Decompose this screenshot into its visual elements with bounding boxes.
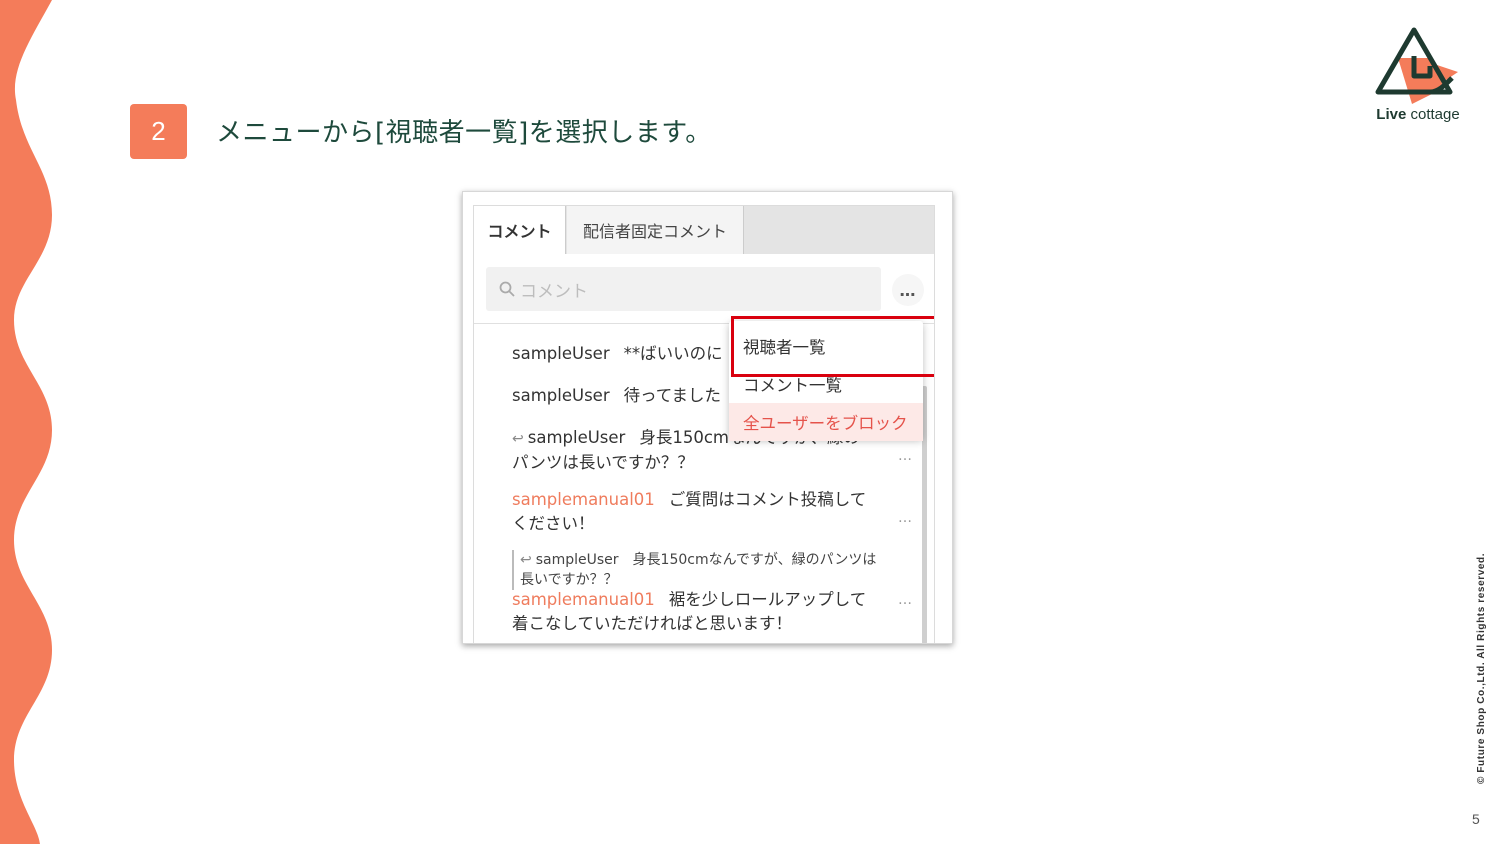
comment-user: samplemanual01 <box>512 490 655 509</box>
comment-more-button[interactable]: … <box>898 448 913 464</box>
reply-icon: ↩ <box>520 552 532 568</box>
reply-icon: ↩ <box>512 431 524 447</box>
step-instruction: メニューから[視聴者一覧]を選択します。 <box>216 118 712 148</box>
menu-item-block-all-users[interactable]: 全ユーザーをブロック <box>729 403 923 441</box>
comment-user: samplemanual01 <box>512 590 655 609</box>
comment-text: **ばいいのに <box>623 344 723 363</box>
logo-wordmark: Live cottage <box>1376 106 1460 123</box>
live-cottage-logo: Live cottage <box>1368 26 1468 130</box>
list-item: samplemanual01 裾を少しロールアップして着こなしていただければと思い… <box>512 588 877 636</box>
tab-bar: コメント 配信者固定コメント <box>474 206 934 254</box>
comment-more-button[interactable]: … <box>898 510 913 526</box>
more-menu-button[interactable]: … <box>892 274 924 306</box>
quoted-comment: ↩ sampleUser 身長150cmなんですが、緑のパンツは長いですか？？ <box>512 550 880 590</box>
house-logo-icon <box>1375 27 1458 104</box>
tab-pinned-comments[interactable]: 配信者固定コメント <box>567 206 744 254</box>
comment-user: sampleUser <box>512 386 610 405</box>
highlight-box <box>731 316 934 377</box>
quoted-user: sampleUser <box>535 552 619 568</box>
comment-panel: コメント 配信者固定コメント コメント … sampleUser **ばいいのに … <box>473 205 935 643</box>
copyright-notice: © Future Shop Co.,Ltd. All Rights reserv… <box>1476 552 1487 784</box>
list-item: samplemanual01 ご質問はコメント投稿してください！ <box>512 488 877 536</box>
tab-comments[interactable]: コメント <box>474 206 566 254</box>
comment-user: sampleUser <box>527 428 626 447</box>
comment-search-input[interactable]: コメント <box>486 267 881 311</box>
comment-user: sampleUser <box>512 344 610 363</box>
search-icon <box>499 281 515 297</box>
comment-text: 待ってました <box>623 386 721 405</box>
comment-more-button[interactable]: … <box>898 592 913 608</box>
step-number-badge: 2 <box>130 104 187 159</box>
page-number: 5 <box>1472 811 1480 827</box>
app-screenshot: コメント 配信者固定コメント コメント … sampleUser **ばいいのに … <box>462 191 953 644</box>
decorative-wave <box>0 0 52 844</box>
search-placeholder: コメント <box>520 281 588 302</box>
